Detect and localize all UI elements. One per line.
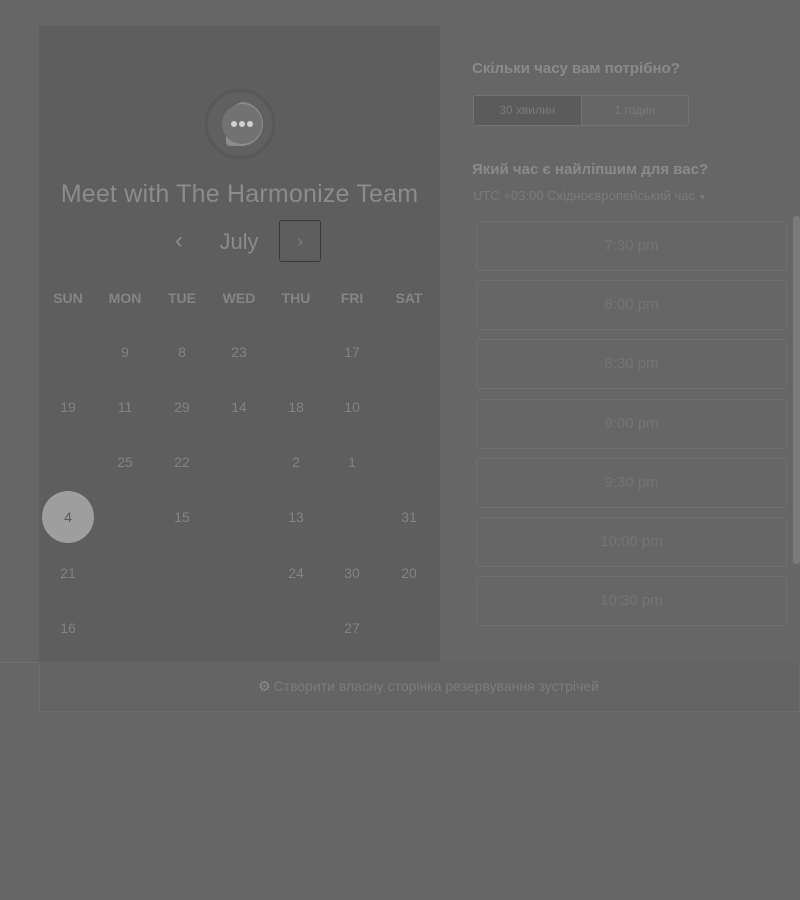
calendar-day[interactable]: 15 xyxy=(157,507,207,527)
duration-toggle: 30 хвилин 1 годин xyxy=(473,95,689,126)
calendar-day[interactable]: 13 xyxy=(271,507,321,527)
time-slot-list[interactable]: 7:30 pm 8:00 pm 8:30 pm 9:00 pm 9:30 pm 10:00… xyxy=(476,221,787,661)
time-slot[interactable]: 10:30 pm xyxy=(476,576,787,626)
time-slot[interactable]: 9:30 pm xyxy=(476,458,787,508)
time-slot[interactable]: 7:30 pm xyxy=(476,221,787,271)
meeting-title: Meet with The Harmonize Team xyxy=(60,180,419,208)
time-slot[interactable]: 8:30 pm xyxy=(476,339,787,389)
time-slot-scrollbar[interactable] xyxy=(793,216,800,564)
timezone-select[interactable]: UTC +03:00 Східноєвропейський час ▼ xyxy=(473,188,707,203)
calendar-day[interactable]: 2 xyxy=(271,452,321,472)
month-label: July xyxy=(219,229,259,254)
time-slot[interactable]: 8:00 pm xyxy=(476,280,787,330)
calendar-day[interactable]: 14 xyxy=(214,397,264,417)
weekday-wed: WED xyxy=(222,290,256,306)
timezone-label: UTC +03:00 Східноєвропейський час xyxy=(473,188,695,203)
calendar-day[interactable]: 29 xyxy=(157,397,207,417)
calendar-day[interactable]: 16 xyxy=(43,618,93,638)
chat-bubble-logo-icon xyxy=(202,86,278,162)
weekday-sat: SAT xyxy=(395,290,423,306)
calendar-day[interactable]: 30 xyxy=(327,563,377,583)
calendar-day[interactable]: 21 xyxy=(43,563,93,583)
calendar-day[interactable]: 25 xyxy=(100,452,150,472)
meeting-scheduler: Meet with The Harmonize Team ‹ July › SU… xyxy=(0,0,800,900)
calendar-day[interactable]: 10 xyxy=(327,397,377,417)
calendar-day[interactable]: 23 xyxy=(214,342,264,362)
footer-link-text: Створити власну сторінка резервування зу… xyxy=(273,678,599,694)
duration-option-1-hour[interactable]: 1 годин xyxy=(580,96,689,125)
calendar-day[interactable]: 1 xyxy=(327,452,377,472)
time-slot[interactable]: 9:00 pm xyxy=(476,399,787,449)
calendar-day[interactable]: 18 xyxy=(271,397,321,417)
calendar-day[interactable]: 9 xyxy=(100,342,150,362)
next-month-button[interactable]: › xyxy=(279,220,321,262)
weekday-fri: FRI xyxy=(340,290,364,306)
calendar-day[interactable]: 11 xyxy=(100,397,150,417)
calendar-day[interactable]: 8 xyxy=(157,342,207,362)
calendar-day[interactable]: 20 xyxy=(384,563,434,583)
calendar-day[interactable]: 22 xyxy=(157,452,207,472)
time-question: Який час є найліпшим для вас? xyxy=(472,161,709,178)
hubspot-sprocket-icon: ⚙ xyxy=(258,678,271,694)
time-slot[interactable]: 10:00 pm xyxy=(476,517,787,567)
create-booking-page-link[interactable]: ⚙ Створити власну сторінка резервування з… xyxy=(258,678,599,695)
caret-down-icon: ▼ xyxy=(697,192,707,202)
selected-day[interactable]: 4 xyxy=(42,491,94,543)
weekday-thu: THU xyxy=(281,290,311,306)
calendar-day[interactable]: 31 xyxy=(384,507,434,527)
prev-month-button[interactable]: ‹ xyxy=(168,228,190,256)
weekday-tue: TUE xyxy=(168,290,196,306)
duration-question: Скільки часу вам потрібно? xyxy=(472,60,680,77)
weekday-mon: MON xyxy=(108,290,142,306)
calendar-day[interactable]: 27 xyxy=(327,618,377,638)
calendar-day[interactable]: 24 xyxy=(271,563,321,583)
calendar-day[interactable]: 17 xyxy=(327,342,377,362)
calendar-day[interactable]: 19 xyxy=(43,397,93,417)
weekday-sun: SUN xyxy=(53,290,83,306)
duration-option-30-min[interactable]: 30 хвилин xyxy=(474,96,581,125)
